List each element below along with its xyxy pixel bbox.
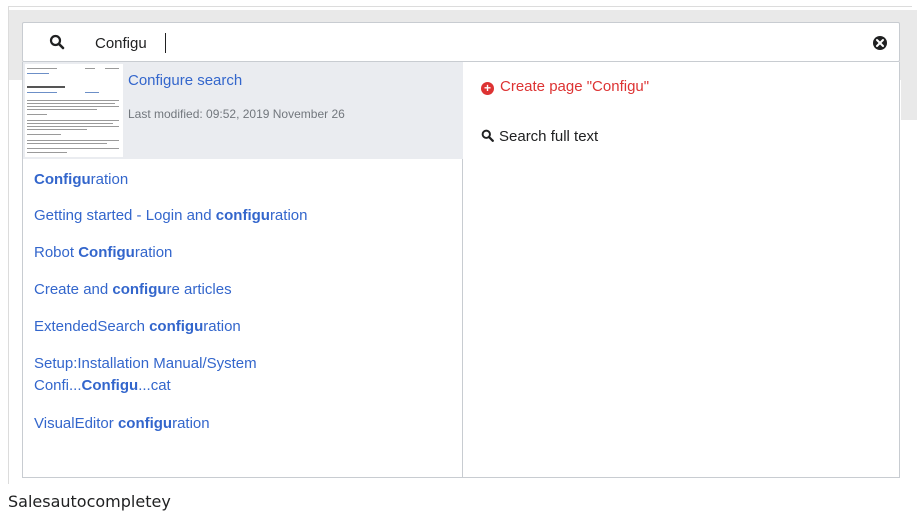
suggestion-match-text: configu: [112, 281, 167, 298]
suggestion-text: Setup:Installation Manual/System: [34, 355, 257, 372]
suggestion-item[interactable]: Setup:Installation Manual/System Confi...…: [34, 353, 257, 397]
suggestion-item[interactable]: ExtendedSearch configuration: [34, 316, 241, 338]
suggestion-text: ration: [172, 415, 210, 432]
suggestion-text: Robot: [34, 244, 79, 261]
suggestion-text: ExtendedSearch: [34, 318, 150, 335]
create-page-label: Create page "Configu": [500, 78, 650, 95]
suggestion-match-text: Configu: [81, 377, 139, 394]
suggestion-match-text: Configu: [78, 244, 135, 261]
suggestion-text: ration: [203, 318, 241, 335]
search-full-text-label: Search full text: [499, 128, 599, 145]
featured-result[interactable]: Configure search Last modified: 09:52, 2…: [23, 62, 463, 159]
actions-column: + Create page "Configu" Search full text: [464, 62, 900, 477]
suggestion-text: ration: [134, 244, 173, 261]
suggestion-text: Getting started - Login and: [34, 207, 216, 224]
autocomplete-dropdown: Configure search Last modified: 09:52, 2…: [22, 62, 900, 478]
suggestion-item[interactable]: Getting started - Login and configuratio…: [34, 205, 307, 227]
page-thumbnail: [25, 64, 123, 157]
page-background-strip: [901, 10, 917, 120]
suggestion-item[interactable]: Create and configure articles: [34, 279, 232, 301]
suggestion-text: re articles: [166, 281, 232, 298]
suggestion-text: ...cat: [138, 377, 171, 394]
suggestion-match-text: Configu: [34, 171, 91, 188]
search-input[interactable]: [95, 29, 855, 57]
suggestion-match-text: configu: [149, 318, 204, 335]
search-icon: [49, 34, 65, 50]
suggestion-text: ration: [90, 171, 129, 188]
suggestion-text: VisualEditor: [34, 415, 118, 432]
featured-result-meta: Last modified: 09:52, 2019 November 26: [128, 107, 345, 121]
suggestion-item[interactable]: Robot Configuration: [34, 242, 172, 264]
suggestions-column: Configure search Last modified: 09:52, 2…: [23, 62, 463, 477]
text-caret: [165, 33, 166, 53]
search-full-text-link[interactable]: Search full text: [481, 128, 598, 145]
add-icon: +: [481, 82, 494, 95]
suggestion-text: Confi...: [34, 377, 82, 394]
suggestion-match-text: configu: [215, 207, 270, 224]
create-page-link[interactable]: + Create page "Configu": [481, 78, 649, 95]
suggestion-match-text: configu: [117, 415, 173, 432]
featured-result-title[interactable]: Configure search: [128, 72, 242, 89]
clear-icon[interactable]: [872, 35, 888, 51]
search-bar: [22, 22, 900, 62]
search-icon: [481, 129, 494, 142]
suggestion-text: ration: [269, 207, 308, 224]
image-caption: Salesautocompletey: [8, 492, 171, 511]
suggestion-item[interactable]: VisualEditor configuration: [34, 413, 210, 435]
screenshot-frame: Configure search Last modified: 09:52, 2…: [0, 0, 918, 520]
suggestion-text: Create and: [34, 281, 113, 298]
suggestion-item[interactable]: Configuration: [34, 169, 128, 191]
